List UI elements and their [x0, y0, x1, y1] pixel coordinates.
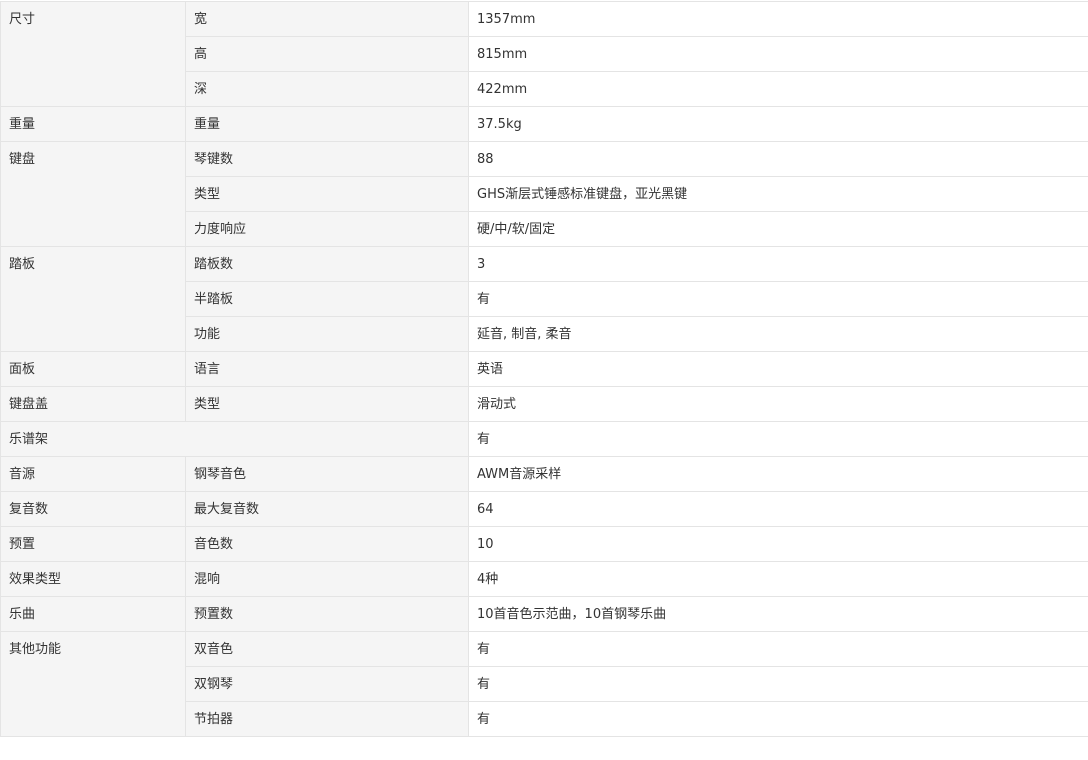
value-cell: 硬/中/软/固定 — [468, 211, 1088, 247]
sub-item-cell: 节拍器 — [185, 701, 469, 737]
value-cell: 10首音色示范曲，10首钢琴乐曲 — [468, 596, 1088, 632]
category-cell: 预置 — [0, 526, 186, 562]
sub-item-cell: 重量 — [185, 106, 469, 142]
sub-item-cell: 深 — [185, 71, 469, 107]
spec-table: 尺寸 宽 1357mm 高 815mm 深 422mm 重量 重量 37.5kg… — [0, 1, 1088, 737]
table-row: 乐谱架 有 — [0, 421, 1088, 457]
sub-item-cell: 钢琴音色 — [185, 456, 469, 492]
value-cell: 有 — [468, 281, 1088, 317]
sub-item-cell: 半踏板 — [185, 281, 469, 317]
value-cell: 1357mm — [468, 1, 1088, 37]
table-row: 乐曲 预置数 10首音色示范曲，10首钢琴乐曲 — [0, 596, 1088, 632]
category-cell: 面板 — [0, 351, 186, 387]
category-cell: 其他功能 — [0, 631, 186, 737]
table-row: 面板 语言 英语 — [0, 351, 1088, 387]
value-cell: 422mm — [468, 71, 1088, 107]
value-cell: 英语 — [468, 351, 1088, 387]
sub-item-cell: 混响 — [185, 561, 469, 597]
table-row: 效果类型 混响 4种 — [0, 561, 1088, 597]
sub-item-cell: 力度响应 — [185, 211, 469, 247]
sub-item-cell: 功能 — [185, 316, 469, 352]
value-cell: 有 — [468, 701, 1088, 737]
sub-item-cell: 最大复音数 — [185, 491, 469, 527]
table-row: 其他功能 双音色 有 — [0, 631, 1088, 737]
value-cell: 3 — [468, 246, 1088, 282]
table-row: 键盘 琴键数 88 — [0, 141, 1088, 247]
sub-item-cell: 高 — [185, 36, 469, 72]
sub-item-cell: 双钢琴 — [185, 666, 469, 702]
table-row: 预置 音色数 10 — [0, 526, 1088, 562]
sub-item-cell: 语言 — [185, 351, 469, 387]
value-cell: 10 — [468, 526, 1088, 562]
value-cell: 64 — [468, 491, 1088, 527]
sub-item-cell: 类型 — [185, 386, 469, 422]
category-cell: 键盘盖 — [0, 386, 186, 422]
table-row: 键盘盖 类型 滑动式 — [0, 386, 1088, 422]
table-row: 重量 重量 37.5kg — [0, 106, 1088, 142]
table-row: 复音数 最大复音数 64 — [0, 491, 1088, 527]
value-cell: 37.5kg — [468, 106, 1088, 142]
value-cell: 滑动式 — [468, 386, 1088, 422]
table-row: 踏板 踏板数 3 — [0, 246, 1088, 352]
value-cell: 有 — [468, 421, 1088, 457]
value-cell: 88 — [468, 141, 1088, 177]
table-row: 尺寸 宽 1357mm — [0, 1, 1088, 107]
sub-item-cell: 宽 — [185, 1, 469, 37]
category-cell: 重量 — [0, 106, 186, 142]
value-cell: 有 — [468, 666, 1088, 702]
value-cell: 有 — [468, 631, 1088, 667]
category-cell: 效果类型 — [0, 561, 186, 597]
category-cell: 踏板 — [0, 246, 186, 352]
value-cell: 815mm — [468, 36, 1088, 72]
category-cell: 键盘 — [0, 141, 186, 247]
sub-item-cell: 踏板数 — [185, 246, 469, 282]
value-cell: AWM音源采样 — [468, 456, 1088, 492]
category-cell: 音源 — [0, 456, 186, 492]
sub-item-cell: 琴键数 — [185, 141, 469, 177]
category-cell: 尺寸 — [0, 1, 186, 107]
value-cell: 4种 — [468, 561, 1088, 597]
table-row: 音源 钢琴音色 AWM音源采样 — [0, 456, 1088, 492]
sub-item-cell: 双音色 — [185, 631, 469, 667]
sub-item-cell: 类型 — [185, 176, 469, 212]
category-cell: 复音数 — [0, 491, 186, 527]
sub-item-cell: 预置数 — [185, 596, 469, 632]
sub-item-cell: 音色数 — [185, 526, 469, 562]
category-cell: 乐谱架 — [0, 421, 469, 457]
category-cell: 乐曲 — [0, 596, 186, 632]
value-cell: GHS渐层式锤感标准键盘，亚光黑键 — [468, 176, 1088, 212]
value-cell: 延音, 制音, 柔音 — [468, 316, 1088, 352]
